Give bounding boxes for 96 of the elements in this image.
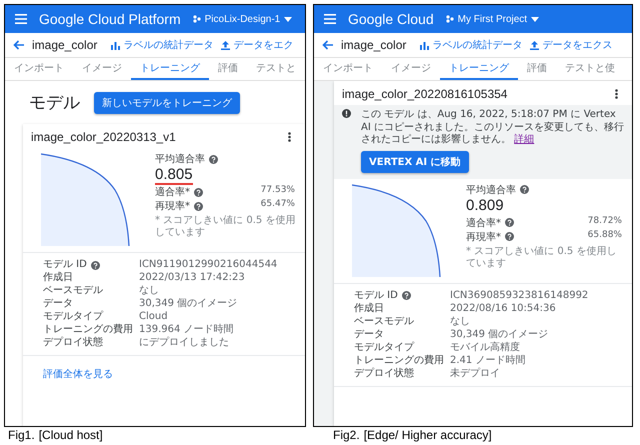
notice-text: この モデル は、Aug 16, 2022, 5:18:07 PM に Vertex AI にコピーされました。このリソースを変更しても、移行されたコピーには影響しません。 詳細	[361, 109, 624, 146]
detail-label: トレーニングの費用	[43, 324, 133, 336]
dataset-title: image_color	[32, 38, 98, 52]
caret-icon	[531, 16, 540, 22]
upload-icon	[221, 40, 230, 50]
metric-label: 再現率*	[155, 200, 190, 213]
section-heading: モデル	[29, 92, 80, 114]
metric-value: 65.88%	[588, 230, 622, 242]
help-icon[interactable]	[520, 185, 529, 194]
detail-label: デプロイ状態	[354, 368, 414, 380]
more-options-icon[interactable]	[288, 132, 291, 142]
app-brand: Google Cloud	[348, 11, 434, 27]
project-dots-icon	[446, 15, 454, 23]
detail-value: なし	[450, 316, 471, 328]
detail-value: 未デプロイ	[450, 368, 501, 380]
app-brand: Google Cloud Platform	[39, 11, 181, 27]
average-precision-value: 0.805	[155, 166, 193, 185]
more-options-icon[interactable]	[615, 89, 618, 99]
detail-value: にデプロイしました	[139, 337, 230, 349]
detail-label: トレーニングの費用	[354, 354, 444, 366]
vertex-ai-button[interactable]: VERTEX AI に移動	[361, 150, 469, 172]
detail-label: ベースモデル	[43, 285, 103, 297]
menu-icon[interactable]	[15, 14, 27, 24]
detail-value: 30,349 個のイメージ	[139, 298, 238, 310]
figure-caption: [Cloud host]	[38, 428, 103, 442]
tab[interactable]: トレーニング	[131, 58, 209, 80]
project-selector[interactable]: My First Project	[446, 14, 540, 24]
tab[interactable]: インポート	[5, 58, 73, 80]
tab[interactable]: インポート	[314, 58, 382, 80]
tab[interactable]: テストと使	[556, 58, 624, 80]
average-precision-value: 0.809	[466, 196, 504, 216]
detail-label: 作成日	[43, 272, 73, 284]
menu-icon[interactable]	[324, 14, 336, 24]
figure-caption: [Edge/ Higher accuracy]	[364, 428, 492, 442]
detail-value: 30,349 個のイメージ	[450, 328, 550, 340]
project-dots-icon	[192, 15, 201, 23]
help-icon[interactable]	[402, 291, 411, 300]
toolbar-action[interactable]: ラベルの統計データ	[420, 38, 522, 52]
details-link[interactable]: 詳細	[514, 134, 534, 145]
help-icon[interactable]	[194, 202, 203, 210]
back-arrow-icon[interactable]	[322, 40, 333, 50]
figure-label: Fig1.	[8, 428, 35, 442]
train-model-button[interactable]: 新しいモデルをトレーニング	[94, 92, 240, 114]
back-arrow-icon[interactable]	[13, 40, 24, 50]
detail-label: ベースモデル	[354, 316, 414, 328]
detail-label: モデル ID	[43, 259, 87, 271]
help-icon[interactable]	[209, 154, 218, 164]
tab[interactable]: イメージ	[73, 58, 131, 80]
detail-label: データ	[354, 328, 384, 340]
detail-label: 作成日	[354, 302, 384, 314]
info-icon	[342, 109, 351, 118]
threshold-note: * スコアしきい値に 0.5 を使用しています	[155, 215, 296, 239]
tab[interactable]: 評価	[518, 58, 556, 80]
help-icon[interactable]	[505, 232, 514, 241]
detail-value: ICN3690859323816148992	[450, 290, 590, 302]
help-icon[interactable]	[194, 188, 203, 196]
caret-icon	[284, 16, 292, 22]
help-icon[interactable]	[505, 218, 514, 227]
model-name: image_color_20220313_v1	[31, 130, 176, 144]
model-name: image_color_20220816105354	[342, 87, 508, 101]
metric-label: 平均適合率	[155, 152, 205, 166]
metric-label: 適合率*	[466, 216, 501, 230]
detail-value: ICN9119012990216044544	[139, 259, 278, 271]
detail-value: 2022/03/13 17:42:23	[139, 272, 246, 284]
bar-chart-icon	[420, 40, 430, 50]
dataset-title: image_color	[341, 38, 406, 52]
bar-chart-icon	[111, 40, 120, 50]
full-evaluation-link[interactable]: 評価全体を見る	[43, 369, 113, 380]
metric-value: 77.53%	[260, 185, 295, 197]
metric-label: 再現率*	[466, 230, 501, 244]
tab[interactable]: イメージ	[382, 58, 440, 80]
metric-value: 78.72%	[588, 216, 622, 228]
detail-value: 139.964 ノード時間	[139, 324, 235, 336]
toolbar-action[interactable]: ラベルの統計データ	[111, 38, 214, 52]
metric-label: 平均適合率	[466, 184, 516, 196]
toolbar-action[interactable]: データをエク	[221, 38, 294, 52]
detail-label: デプロイ状態	[43, 337, 103, 349]
detail-value: なし	[139, 285, 160, 297]
detail-label: モデルタイプ	[43, 311, 103, 323]
metric-label: 適合率*	[155, 186, 190, 199]
detail-label: データ	[43, 298, 73, 310]
upload-icon	[530, 40, 540, 50]
detail-value: Cloud	[139, 311, 169, 323]
help-icon[interactable]	[90, 260, 100, 270]
detail-label: モデル ID	[354, 290, 398, 302]
detail-value: 2022/08/16 10:54:36	[450, 302, 557, 314]
metric-value: 65.47%	[260, 199, 295, 211]
project-selector[interactable]: PicoLix-Design-1	[192, 14, 292, 24]
tab[interactable]: 評価	[209, 58, 247, 80]
tab[interactable]: テストと	[247, 58, 305, 80]
detail-value: 2.41 ノード時間	[450, 354, 526, 366]
figure-label: Fig2.	[333, 428, 360, 442]
detail-label: モデルタイプ	[354, 342, 414, 354]
threshold-note: * スコアしきい値に 0.5 を使用しています	[466, 246, 618, 270]
toolbar-action[interactable]: データをエクス	[530, 38, 612, 52]
detail-value: モバイル高精度	[450, 342, 521, 354]
